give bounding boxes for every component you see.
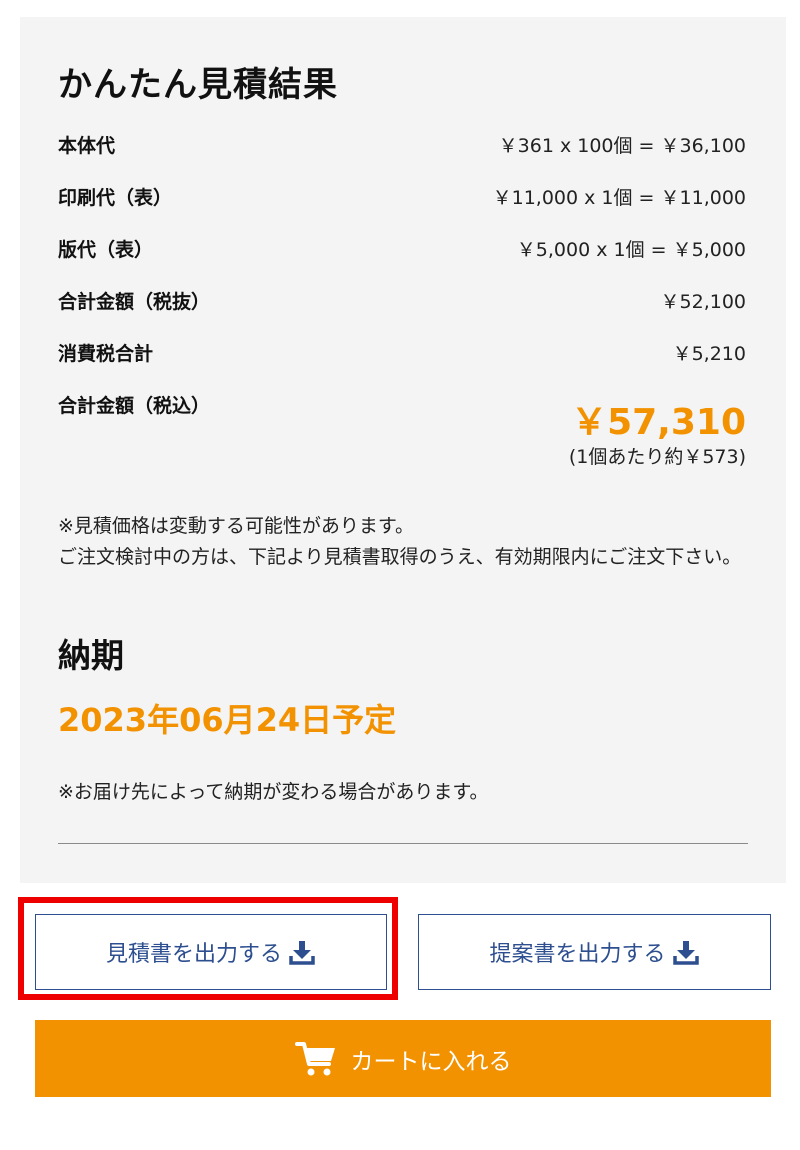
row-label: 版代（表） (58, 238, 154, 261)
row-label: 消費税合計 (58, 342, 154, 365)
delivery-date: 2023年06月24日予定 (58, 701, 397, 739)
delivery-heading: 納期 (58, 636, 124, 675)
notice-line: ※見積価格は変動する可能性があります。 (58, 515, 415, 537)
quote-output-button[interactable]: 見積書を出力する (35, 914, 387, 990)
proposal-output-label: 提案書を出力する (489, 942, 666, 967)
row-value: ￥5,000 x 1個 = ￥5,000 (516, 238, 746, 261)
row-value: ￥52,100 (660, 290, 746, 313)
row-value: ￥361 x 100個 = ￥36,100 (498, 134, 746, 157)
download-icon (289, 941, 315, 965)
row-value: ￥5,210 (672, 342, 746, 365)
price-notice: ※見積価格は変動する可能性があります。 ご注文検討中の方は、下記より見積書取得の… (58, 511, 750, 573)
divider (58, 843, 748, 844)
per-unit-note: (1個あたり約￥573) (568, 446, 746, 468)
row-label: 合計金額（税抜） (58, 290, 211, 313)
add-to-cart-label: カートに入れる (350, 1048, 512, 1075)
quote-output-label: 見積書を出力する (105, 942, 282, 967)
cart-icon (294, 1041, 335, 1075)
estimate-row-plate: 版代（表） ￥5,000 x 1個 = ￥5,000 (58, 233, 746, 263)
total-amount: ￥57,310 (571, 402, 746, 443)
add-to-cart-button[interactable]: カートに入れる (35, 1020, 771, 1097)
row-label: 本体代 (58, 134, 116, 157)
estimate-row-body: 本体代 ￥361 x 100個 = ￥36,100 (58, 129, 746, 159)
estimate-row-subtotal: 合計金額（税抜） ￥52,100 (58, 285, 746, 315)
estimate-row-tax: 消費税合計 ￥5,210 (58, 337, 746, 367)
total-label: 合計金額（税込） (58, 395, 211, 417)
row-value: ￥11,000 x 1個 = ￥11,000 (492, 186, 746, 209)
download-icon (672, 941, 699, 965)
row-label: 印刷代（表） (58, 186, 173, 209)
proposal-output-button[interactable]: 提案書を出力する (418, 914, 771, 990)
estimate-panel: かんたん見積結果 本体代 ￥361 x 100個 = ￥36,100 印刷代（表… (20, 17, 786, 883)
estimate-row-printing: 印刷代（表） ￥11,000 x 1個 = ￥11,000 (58, 181, 746, 211)
estimate-title: かんたん見積結果 (58, 65, 338, 105)
notice-line: ご注文検討中の方は、下記より見積書取得のうえ、有効期限内にご注文下さい。 (58, 546, 742, 568)
delivery-note: ※お届け先によって納期が変わる場合があります。 (58, 781, 489, 803)
